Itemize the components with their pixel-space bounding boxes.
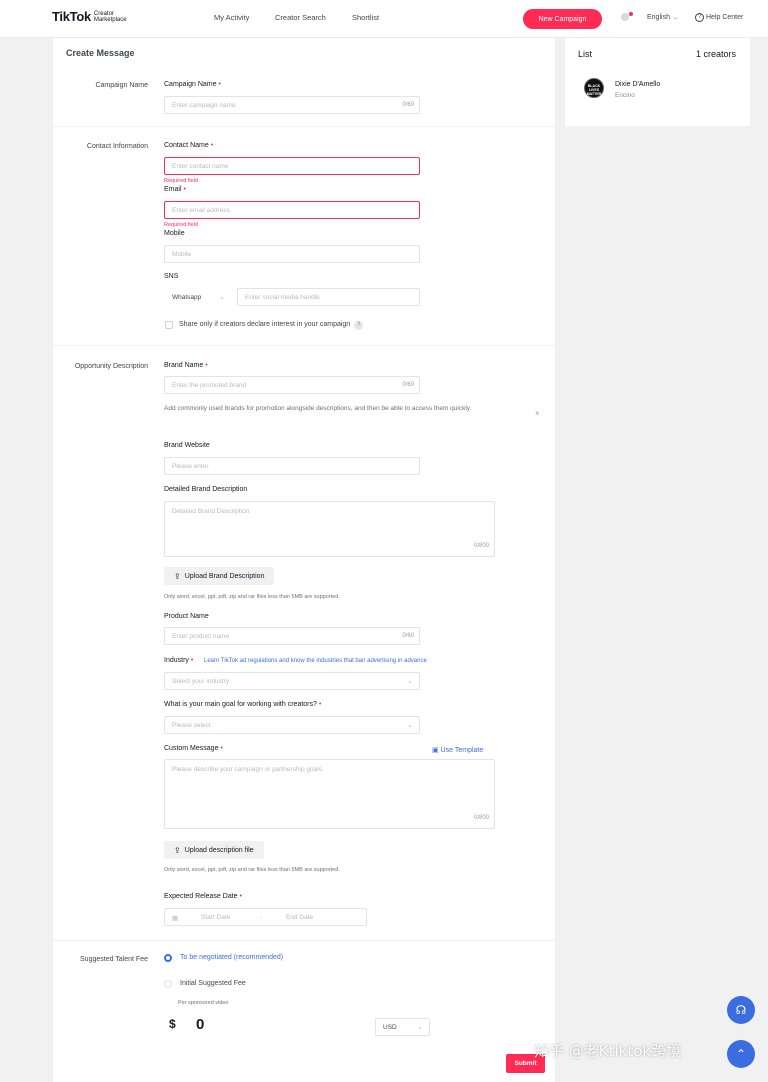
use-template-link[interactable]: ▣ Use Template [432,746,483,754]
watermark-text: 知乎 @老Ktiktok跨境 [534,1042,682,1060]
campaign-name-input[interactable]: Enter campaign name 0/60 [164,96,420,114]
upload-desc-hint: Only word, excel, ppt, pdf, zip and rar … [164,867,340,873]
section-campaign-label: Campaign Name [95,82,148,89]
release-date-range[interactable]: ▦ Start Date - End Date [164,908,367,926]
brand-website-input[interactable]: Please enter [164,457,420,475]
brand-description-counter: 0/800 [473,543,489,549]
creator-location: Encino [615,92,635,99]
help-center-link[interactable]: ? Help Center [695,13,743,22]
creator-avatar[interactable]: BLACK LIVES MATTER [584,78,604,98]
calendar-icon: ▦ [172,915,179,922]
release-date-label: Expected Release Date • [164,893,242,900]
create-message-panel: Create Message Campaign Name Campaign Na… [53,38,555,1082]
nav-my-activity[interactable]: My Activity [214,13,249,22]
upload-brand-description-button[interactable]: ⇪ Upload Brand Description [164,567,275,585]
sns-type-select[interactable]: Whatsapp ⌄ [164,288,232,306]
creator-list-card: List 1 creators BLACK LIVES MATTER Dixie… [565,38,750,126]
top-nav: TikTok Creator Marketplace My Activity C… [0,0,768,38]
brand-description-textarea[interactable]: Detailed Brand Description 0/800 [164,501,495,557]
help-label: Help Center [706,14,744,21]
industry-regulations-link[interactable]: Learn TikTok ad regulations and know the… [204,658,427,664]
template-icon: ▣ [432,747,439,754]
contact-name-input[interactable]: Enter contact name [164,157,420,175]
upload-description-file-button[interactable]: ⇪ Upload description file [164,841,264,859]
contact-name-error: Required field [164,178,198,184]
upload-brand-hint: Only word, excel, ppt, pdf, zip and rar … [164,594,340,600]
email-label: Email • [164,186,186,193]
nav-shortlist[interactable]: Shortlist [352,13,379,22]
industry-label: Industry • [164,657,194,664]
fee-negotiated-radio[interactable] [164,954,172,962]
chevron-down-icon: ⌄ [407,678,413,685]
language-label: English [647,14,670,21]
upload-icon: ⇪ [174,845,181,855]
brand-info-text: Add commonly used brands for promotion a… [164,405,472,412]
custom-message-textarea[interactable]: Please describe your campaign or partner… [164,759,495,829]
brand-name-counter: 0/60 [402,382,414,388]
end-date[interactable]: End Date [286,914,313,921]
support-headset-icon[interactable]: ☊ [727,996,755,1024]
brand-name-input[interactable]: Enter the promoted brand 0/60 [164,376,420,394]
industry-select[interactable]: Select your industry ⌄ [164,672,420,690]
fee-initial-label: Initial Suggested Fee [180,980,246,987]
page-title: Create Message [66,48,135,58]
logo-main-text: TikTok [52,9,91,24]
chevron-down-icon: ⌄ [219,294,225,301]
chevron-down-icon: ⌄ [672,15,678,21]
fee-amount-input[interactable]: 0 [196,1016,204,1033]
divider [53,126,555,127]
section-opportunity-label: Opportunity Description [74,363,148,370]
creator-name[interactable]: Dixie D'Amello [615,81,660,88]
goal-label: What is your main goal for working with … [164,701,322,708]
brand-name-label: Brand Name • [164,362,208,369]
creator-count: 1 creators [695,49,736,59]
email-error: Required field [164,222,198,228]
tiktok-logo[interactable]: TikTok Creator Marketplace [52,9,138,24]
share-checkbox-label: Share only if creators declare interest … [179,321,364,330]
account-avatar-icon[interactable] [619,12,633,26]
fee-initial-radio[interactable] [164,980,172,988]
new-campaign-button[interactable]: New Campaign [523,9,602,29]
custom-message-counter: 0/800 [473,815,489,821]
currency-symbol: $ [169,1017,176,1031]
custom-message-label: Custom Message • [164,745,223,752]
mobile-input[interactable]: Mobile [164,245,420,263]
goal-select[interactable]: Please select ⌄ [164,716,420,734]
help-icon: ? [695,13,704,22]
product-name-counter: 0/60 [402,633,414,639]
start-date[interactable]: Start Date [201,914,230,921]
contact-name-label: Contact Name • [164,142,214,149]
brand-description-label: Detailed Brand Description [164,486,248,493]
divider [53,345,555,346]
list-title: List [578,49,593,59]
date-separator: - [260,914,263,921]
section-contact-label: Contact Information [86,143,148,150]
section-fee-label: Suggested Talent Fee [80,956,148,963]
product-name-input[interactable]: Enter product name 0/60 [164,627,420,645]
product-name-label: Product Name [164,613,209,620]
upload-icon: ⇪ [174,571,181,581]
question-icon[interactable]: ? [354,321,364,330]
per-video-label: Per sponsored video [178,1000,229,1006]
divider [53,940,555,941]
logo-sub-text: Creator Marketplace [93,10,127,23]
campaign-name-counter: 0/60 [402,102,414,108]
chevron-down-icon: ⌄ [417,1024,423,1031]
campaign-name-label: Campaign Name • [164,81,221,88]
fee-negotiated-label: To be negotiated (recommended) [180,954,284,961]
email-input[interactable]: Enter email address [164,201,420,219]
close-icon[interactable]: × [535,409,540,418]
sns-handle-input[interactable]: Enter social media handle [237,288,420,306]
sns-label: SNS [164,273,179,280]
nav-creator-search[interactable]: Creator Search [275,13,326,22]
scroll-top-icon[interactable]: ⌃ [727,1040,755,1068]
language-selector[interactable]: English ⌄ [647,14,678,21]
chevron-down-icon: ⌄ [407,722,413,729]
mobile-label: Mobile [164,230,185,237]
brand-website-label: Brand Website [164,442,210,449]
share-checkbox[interactable] [165,321,173,329]
currency-select[interactable]: USD ⌄ [375,1018,430,1036]
